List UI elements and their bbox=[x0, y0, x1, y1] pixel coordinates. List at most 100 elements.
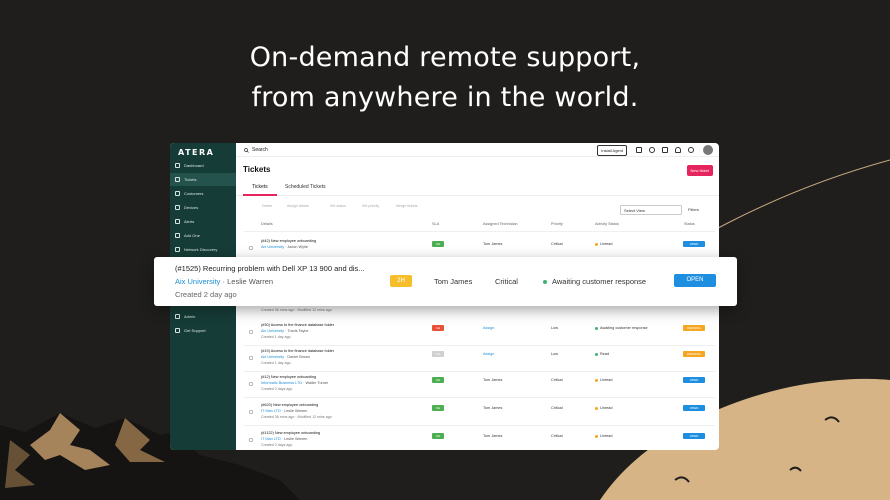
priority[interactable]: Critical bbox=[551, 434, 563, 438]
set-priority-action[interactable]: Set priority bbox=[362, 204, 379, 208]
new-ticket-button[interactable]: New ticket bbox=[686, 165, 713, 176]
ticket-title[interactable]: (#19) Access to the finance database fol… bbox=[261, 349, 334, 353]
row-divider bbox=[244, 371, 715, 372]
ticket-title[interactable]: (#12) New employee onboarding bbox=[261, 375, 316, 379]
sidebar-item-dashboard[interactable]: Dashboard bbox=[170, 159, 236, 172]
status-badge[interactable]: OPEN bbox=[683, 377, 705, 383]
assigned-technician[interactable]: Assign bbox=[483, 326, 494, 330]
settings-icon[interactable] bbox=[688, 147, 694, 153]
activity-status-text: Awaiting customer response bbox=[552, 277, 647, 286]
highlighted-ticket-title[interactable]: (#1525) Recurring problem with Dell XP 1… bbox=[175, 264, 365, 273]
activity-status: Unread bbox=[595, 242, 612, 246]
customer-link[interactable]: Aix University bbox=[175, 277, 220, 286]
row-checkbox[interactable] bbox=[249, 438, 253, 442]
column-assigned-technician[interactable]: Assigned Technician bbox=[483, 222, 518, 226]
row-checkbox[interactable] bbox=[249, 246, 253, 250]
priority[interactable]: Critical bbox=[495, 277, 518, 286]
top-bar: Search Install Agent bbox=[236, 143, 719, 157]
install-agent-button[interactable]: Install Agent bbox=[597, 145, 627, 156]
ticket-title[interactable]: (#620) New employee onboarding bbox=[261, 403, 318, 407]
sidebar-item-add-one[interactable]: Add One bbox=[170, 229, 236, 242]
column-activity-status[interactable]: Activity Status bbox=[595, 222, 619, 226]
select-view-dropdown[interactable]: Select View bbox=[620, 205, 682, 215]
customer-link[interactable]: Aix University bbox=[261, 329, 284, 333]
row-checkbox[interactable] bbox=[249, 330, 253, 334]
activity-status: Unread bbox=[595, 378, 612, 382]
contact-name: Jaxon Wylie bbox=[287, 245, 308, 249]
assigned-technician[interactable]: Assign bbox=[483, 352, 494, 356]
priority[interactable]: Low bbox=[551, 352, 558, 356]
sla-badge: 9H bbox=[432, 405, 444, 411]
tab-scheduled-tickets[interactable]: Scheduled Tickets bbox=[285, 184, 326, 190]
user-avatar[interactable] bbox=[703, 145, 713, 155]
search-label: Search bbox=[252, 147, 268, 153]
assigned-technician[interactable]: Tom James bbox=[483, 378, 502, 382]
status-badge[interactable]: OPEN bbox=[683, 433, 705, 439]
ticket-customer: Aix University · Jaxon Wylie bbox=[261, 245, 308, 249]
sidebar-item-alerts[interactable]: Alerts bbox=[170, 215, 236, 228]
tab-divider bbox=[236, 195, 719, 196]
set-status-action[interactable]: Set status bbox=[330, 204, 346, 208]
support-icon bbox=[175, 328, 180, 333]
search-box[interactable]: Search bbox=[244, 147, 268, 153]
notes-icon[interactable] bbox=[662, 147, 668, 153]
sla-badge: 1H bbox=[432, 325, 444, 331]
status-badge[interactable]: PENDING bbox=[683, 325, 705, 331]
customer-link[interactable]: IT Man LTD bbox=[261, 437, 281, 441]
filters-button[interactable]: Filters bbox=[688, 207, 699, 212]
tips-icon[interactable] bbox=[649, 147, 655, 153]
ticket-title[interactable]: (#30) Access to the finance database fol… bbox=[261, 323, 334, 327]
sidebar-item-admin[interactable]: Admin bbox=[170, 310, 236, 323]
column-priority[interactable]: Priority bbox=[551, 222, 563, 226]
row-checkbox[interactable] bbox=[249, 410, 253, 414]
status-open-badge[interactable]: OPEN bbox=[674, 274, 716, 287]
column-sla[interactable]: SLA bbox=[432, 222, 439, 226]
merge-tickets-action[interactable]: Merge tickets bbox=[396, 204, 417, 208]
sla-badge: 9H bbox=[432, 241, 444, 247]
assigned-technician[interactable]: Tom James bbox=[483, 406, 502, 410]
customer-link[interactable]: Informatic Business LTD bbox=[261, 381, 302, 385]
apps-icon[interactable] bbox=[636, 147, 642, 153]
contact-name: Travis Taylor bbox=[287, 329, 309, 333]
sidebar-item-devices[interactable]: Devices bbox=[170, 201, 236, 214]
sidebar-item-tickets[interactable]: Tickets bbox=[170, 173, 236, 186]
status-badge[interactable]: OPEN bbox=[683, 241, 705, 247]
activity-status-dot bbox=[595, 352, 598, 356]
customer-link[interactable]: IT Man LTD bbox=[261, 409, 281, 413]
priority[interactable]: Critical bbox=[551, 378, 563, 382]
customer-link[interactable]: Aix University bbox=[261, 355, 284, 359]
highlighted-ticket-card[interactable]: (#1525) Recurring problem with Dell XP 1… bbox=[154, 257, 737, 306]
priority[interactable]: Critical bbox=[551, 242, 563, 246]
assigned-technician[interactable]: Tom James bbox=[483, 434, 502, 438]
status-badge[interactable]: OPEN bbox=[683, 405, 705, 411]
activity-status-dot bbox=[595, 434, 598, 438]
ticket-meta: Created 1 day ago bbox=[261, 335, 291, 339]
contact-name: · Leslie Warren bbox=[222, 277, 274, 286]
tab-tickets[interactable]: Tickets bbox=[252, 184, 268, 190]
priority[interactable]: Critical bbox=[551, 406, 563, 410]
ticket-title[interactable]: (#1122) New employee onboarding bbox=[261, 431, 320, 435]
delete-action[interactable]: Delete bbox=[262, 204, 272, 208]
row-checkbox[interactable] bbox=[249, 382, 253, 386]
highlighted-ticket-customer: Aix University · Leslie Warren bbox=[175, 277, 273, 286]
activity-status-text: Unread bbox=[600, 434, 613, 438]
sidebar-item-network-discovery[interactable]: Network Discovery bbox=[170, 243, 236, 256]
ticket-title[interactable]: (#42) New employee onboarding bbox=[261, 239, 316, 243]
customer-link[interactable]: Aix University bbox=[261, 245, 284, 249]
status-badge[interactable]: PENDING bbox=[683, 351, 705, 357]
assigned-technician[interactable]: Tom James bbox=[434, 277, 472, 286]
sidebar-item-customers[interactable]: Customers bbox=[170, 187, 236, 200]
ticket-meta: Created 36 mins ago · Modified 12 mins a… bbox=[261, 415, 332, 419]
bell-icon[interactable] bbox=[675, 147, 681, 153]
activity-status: Read bbox=[595, 352, 609, 356]
priority[interactable]: Low bbox=[551, 326, 558, 330]
activity-status: Awaiting customer response bbox=[543, 277, 646, 286]
assign-tickets-action[interactable]: Assign tickets bbox=[287, 204, 309, 208]
sidebar-item-get-support[interactable]: Get Support bbox=[170, 324, 236, 337]
row-checkbox[interactable] bbox=[249, 356, 253, 360]
ticket-meta: Created 2 days ago bbox=[261, 443, 293, 447]
ticket-customer: Aix University · Daniel Brown bbox=[261, 355, 310, 359]
assigned-technician[interactable]: Tom James bbox=[483, 242, 502, 246]
column-status[interactable]: Status bbox=[684, 222, 695, 226]
column-details[interactable]: Details bbox=[261, 222, 273, 226]
